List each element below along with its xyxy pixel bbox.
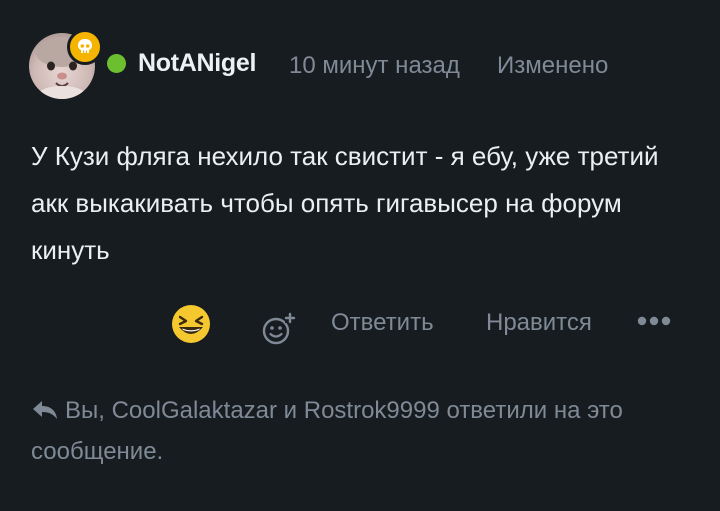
edited-label: Изменено: [497, 52, 609, 79]
avatar[interactable]: [29, 29, 103, 99]
replies-text: Вы, CoolGalaktazar и Rostrok9999 ответил…: [31, 397, 623, 465]
replies-summary[interactable]: Вы, CoolGalaktazar и Rostrok9999 ответил…: [31, 392, 681, 471]
laughing-emoji-icon[interactable]: [170, 303, 212, 345]
like-button[interactable]: Нравится: [486, 309, 592, 337]
skull-icon: [67, 29, 103, 65]
reply-button[interactable]: Ответить: [331, 309, 434, 337]
post-message: У Кузи фляга нехило так свистит - я ебу,…: [31, 141, 659, 265]
add-reaction-icon[interactable]: [261, 311, 297, 347]
online-status-dot: [107, 54, 126, 73]
more-dots-icon[interactable]: [637, 306, 671, 336]
author-name[interactable]: NotANigel: [138, 49, 256, 78]
reply-arrow-icon: [31, 395, 59, 433]
post-timestamp[interactable]: 10 минут назад: [289, 52, 460, 80]
post-card: NotANigel 10 минут назад Изменено У Кузи…: [0, 0, 720, 511]
